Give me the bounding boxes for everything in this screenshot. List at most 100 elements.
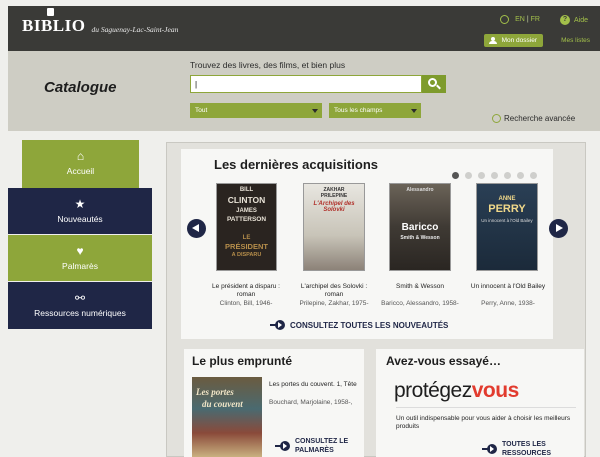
book-icon [47, 8, 54, 16]
ranking-link[interactable]: CONSULTEZ LE PALMARÈS [275, 437, 348, 455]
cover-text: Alessandro [406, 187, 434, 193]
book-title[interactable]: Les portes du couvent. 1, Tête [269, 381, 357, 389]
divider [396, 407, 576, 408]
carousel-dot[interactable] [452, 172, 459, 179]
search-prompt: Trouvez des livres, des films, et bien p… [190, 60, 346, 70]
magnifier-icon [492, 114, 501, 123]
carousel-dot[interactable] [465, 172, 472, 179]
all-new-items-link[interactable]: CONSULTEZ TOUTES LES NOUVEAUTÉS [270, 320, 448, 330]
acquisitions-title: Les dernières acquisitions [214, 157, 379, 172]
home-icon: ⌂ [76, 149, 85, 163]
carousel-next-button[interactable] [549, 219, 568, 238]
logo-part1: protégez [394, 379, 472, 402]
globe-icon [500, 15, 510, 24]
nav-label: Accueil [66, 166, 95, 176]
book-title[interactable]: Le président a disparu : roman [207, 283, 285, 299]
carousel-dot[interactable] [504, 172, 511, 179]
nav-item-nouveautes[interactable]: ★ Nouveautés [8, 188, 152, 234]
advanced-search-label: Recherche avancée [504, 114, 576, 123]
carousel-dot[interactable] [491, 172, 498, 179]
cover-text: PRÉSIDENT [225, 242, 268, 251]
ranking-label-line1: CONSULTEZ LE [295, 438, 349, 445]
arrow-left-icon [192, 224, 199, 232]
user-icon [488, 37, 497, 44]
cover-text: L'Archipel des Solovki [313, 201, 355, 213]
type-select[interactable]: Tout [190, 103, 322, 118]
help-label: Aide [573, 16, 588, 24]
caret-down-icon [411, 109, 417, 113]
cover-text: Smith & Wesson [400, 235, 440, 241]
carousel-dots [452, 172, 543, 179]
link-icon: ⚯ [74, 291, 86, 305]
logo-main-text: BIBLIO [22, 16, 86, 35]
field-select-value: Tous les champs [334, 107, 383, 114]
book-title[interactable]: Smith & Wesson [381, 283, 459, 291]
book-title[interactable]: Un innocent à l'Old Bailey [469, 283, 547, 291]
cover-text: CLINTON [227, 195, 266, 205]
caret-down-icon [312, 109, 318, 113]
nav-item-palmares[interactable]: ♥ Palmarès [8, 235, 152, 281]
logo-sub-text: du Saguenay-Lac-Saint-Jean [91, 25, 179, 34]
top-bar: BIBLIO du Saguenay-Lac-Saint-Jean EN | F… [8, 6, 600, 51]
carousel-prev-button[interactable] [187, 219, 206, 238]
book-cover[interactable]: ZAKHAR PRILEPINE L'Archipel des Solovki [303, 183, 365, 271]
my-account-button[interactable]: Mon dossier [483, 34, 543, 47]
arrow-circle-icon [270, 320, 285, 330]
all-new-items-label: CONSULTEZ TOUTES LES NOUVEAUTÉS [290, 320, 449, 330]
arrow-circle-icon [275, 441, 290, 451]
cover-text: A DISPARU [231, 252, 262, 258]
site-logo[interactable]: BIBLIO du Saguenay-Lac-Saint-Jean [22, 8, 179, 36]
cover-text: JAMES [236, 208, 257, 214]
search-input[interactable] [190, 75, 422, 93]
nav-item-accueil[interactable]: ⌂ Accueil [22, 140, 139, 188]
resources-label-line2: RESSOURCES [502, 450, 552, 457]
arrow-circle-icon [482, 444, 497, 454]
book-title[interactable]: L'archipel des Solovki : roman [295, 283, 373, 299]
carousel-dot[interactable] [530, 172, 537, 179]
lang-en-link[interactable]: EN [515, 16, 525, 23]
carousel-dot[interactable] [478, 172, 485, 179]
language-switcher: EN | FR [500, 15, 540, 24]
search-button[interactable] [422, 75, 446, 93]
protegez-vous-logo[interactable]: protégezvous [394, 379, 519, 403]
type-select-value: Tout [195, 107, 208, 114]
my-lists-link[interactable]: Mes listes [561, 37, 590, 44]
try-title: Avez-vous essayé… [386, 354, 501, 368]
cover-text: Un innocent à l'Old Bailey [481, 218, 533, 223]
nav-label: Nouveautés [57, 214, 103, 224]
most-borrowed-title: Le plus emprunté [192, 354, 293, 368]
search-area: Catalogue Trouvez des livres, des films,… [8, 51, 600, 131]
try-card: Avez-vous essayé… protégezvous Un outil … [376, 349, 584, 457]
nav-label: Palmarès [62, 261, 98, 271]
book-author: Perry, Anne, 1938- [481, 300, 535, 307]
lang-fr-link[interactable]: FR [531, 16, 540, 23]
book-cover[interactable]: Alessandro Baricco Smith & Wesson [389, 183, 451, 271]
nav-item-ressources[interactable]: ⚯ Ressources numériques [8, 282, 152, 329]
field-select[interactable]: Tous les champs [329, 103, 421, 118]
carousel-dot[interactable] [517, 172, 524, 179]
all-resources-link[interactable]: TOUTES LES RESSOURCES [482, 440, 551, 457]
cover-text: Baricco [401, 222, 439, 233]
help-icon: ? [559, 15, 570, 25]
cover-text: LE [242, 235, 251, 241]
cover-text: PERRY [488, 203, 526, 215]
book-author: Baricco, Alessandro, 1958- [381, 300, 459, 307]
resources-label: TOUTES LES RESSOURCES [502, 440, 551, 457]
logo-part2: vous [471, 379, 520, 402]
my-account-label: Mon dossier [501, 37, 537, 44]
advanced-search-link[interactable]: Recherche avancée [492, 114, 575, 123]
lang-separator: | [526, 16, 529, 23]
book-cover[interactable]: BILL CLINTON JAMES PATTERSON LE PRÉSIDEN… [216, 183, 277, 271]
ranking-label: CONSULTEZ LE PALMARÈS [295, 437, 348, 455]
resources-label-line1: TOUTES LES [502, 441, 546, 448]
cover-text: PRILEPINE [320, 193, 348, 199]
heart-icon: ♥ [76, 244, 84, 258]
try-description: Un outil indispensable pour vous aider à… [396, 415, 571, 430]
book-cover[interactable]: ANNE PERRY Un innocent à l'Old Bailey [476, 183, 538, 271]
ranking-label-line2: PALMARÈS [295, 447, 334, 454]
help-link[interactable]: ? Aide [559, 15, 588, 25]
cover-text: du couvent [202, 399, 243, 409]
book-cover[interactable]: Les portes du couvent [192, 377, 262, 457]
cover-text: Les portes [196, 387, 234, 397]
page: BIBLIO du Saguenay-Lac-Saint-Jean EN | F… [0, 0, 600, 457]
